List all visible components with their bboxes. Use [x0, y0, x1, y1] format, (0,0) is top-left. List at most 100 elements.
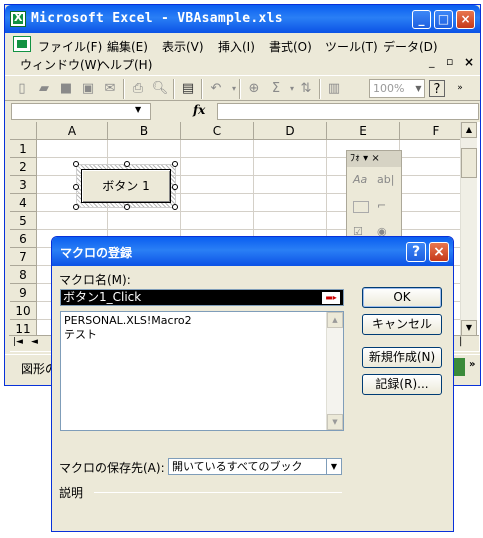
column-header-b[interactable]: B — [108, 122, 181, 140]
preview-icon[interactable]: 🔍︎ — [151, 80, 169, 97]
row-header-8[interactable]: 8 — [10, 266, 37, 284]
cancel-button[interactable]: キャンセル — [362, 314, 442, 335]
insert-function-icon[interactable]: fx — [193, 103, 205, 117]
description-divider — [94, 492, 342, 493]
close-button[interactable]: × — [456, 10, 475, 29]
maximize-button[interactable]: □ — [434, 10, 453, 29]
help-button[interactable]: ? — [406, 242, 426, 262]
scroll-up-icon[interactable]: ▲ — [461, 122, 477, 138]
column-header-a[interactable]: A — [37, 122, 108, 140]
assign-macro-dialog: マクロの登録 ? × マクロ名(M): ボタン1_Click ▬▸ PERSON… — [51, 236, 454, 532]
row-header-6[interactable]: 6 — [10, 230, 37, 248]
row-header-7[interactable]: 7 — [10, 248, 37, 266]
row-header-5[interactable]: 5 — [10, 212, 37, 230]
menu-file[interactable]: ファイル(F) — [38, 38, 102, 55]
macro-name-input[interactable]: ボタン1_Click — [60, 289, 344, 306]
row-header-1[interactable]: 1 — [10, 140, 37, 158]
resize-handle[interactable] — [124, 161, 130, 167]
paste-icon[interactable]: ▤ — [179, 80, 197, 97]
description-label: 説明 — [59, 486, 84, 500]
sort-ascending-icon[interactable]: ⇅ — [297, 80, 315, 97]
column-header-d[interactable]: D — [254, 122, 327, 140]
resize-handle[interactable] — [172, 204, 178, 210]
save-in-select[interactable]: 開いているすべてのブック ▼ — [168, 458, 342, 475]
chart-wizard-icon[interactable]: ▥ — [325, 80, 343, 97]
prev-sheet-icon[interactable]: ◄ — [31, 337, 38, 347]
excel-app-icon[interactable]: X — [10, 11, 26, 27]
scroll-down-icon[interactable]: ▼ — [461, 320, 477, 336]
menu-tools[interactable]: ツール(T) — [325, 38, 378, 55]
column-header-c[interactable]: C — [181, 122, 254, 140]
undo-icon[interactable]: ↶ — [207, 80, 225, 97]
forms-toolbar-title[interactable]: ﾌｫ ▾ × — [347, 151, 401, 167]
menu-insert[interactable]: 挿入(I) — [218, 38, 255, 55]
resize-handle[interactable] — [73, 161, 79, 167]
save-in-dropdown-icon[interactable]: ▼ — [326, 459, 341, 474]
forms-toolbar: ﾌｫ ▾ × Aa ab| ⌐ ☑ ◉ — [346, 150, 402, 242]
ref-edit-icon[interactable]: ▬▸ — [322, 292, 340, 304]
sheet-form-button[interactable]: ボタン 1 — [73, 161, 178, 210]
row-header-4[interactable]: 4 — [10, 194, 37, 212]
list-scroll-up-icon[interactable]: ▲ — [327, 312, 343, 328]
formula-input[interactable] — [217, 103, 479, 120]
save-in-value: 開いているすべてのブック — [172, 460, 303, 473]
doc-restore-icon[interactable]: ▫ — [446, 55, 453, 68]
hyperlink-icon[interactable]: ⊕ — [245, 80, 263, 97]
menu-edit[interactable]: 編集(E) — [107, 38, 148, 55]
save-icon[interactable]: ■ — [57, 80, 75, 97]
menu-help[interactable]: ヘルプ(H) — [98, 56, 152, 73]
row-header-3[interactable]: 3 — [10, 176, 37, 194]
groupbox-tool-icon[interactable] — [353, 201, 369, 213]
column-header-e[interactable]: E — [327, 122, 400, 140]
menu-format[interactable]: 書式(O) — [269, 38, 312, 55]
menu-bar: ファイル(F) 編集(E) 表示(V) 挿入(I) 書式(O) ツール(T) デ… — [5, 33, 480, 73]
macro-list[interactable]: PERSONAL.XLS!Macro2 テスト ▲ ▼ — [60, 311, 344, 431]
list-item[interactable]: テスト — [64, 326, 97, 342]
save-in-label: マクロの保存先(A): — [59, 461, 165, 475]
menu-data[interactable]: データ(D) — [383, 38, 438, 55]
resize-handle[interactable] — [73, 184, 79, 190]
list-scrollbar[interactable]: ▲ ▼ — [326, 312, 343, 430]
ok-button[interactable]: OK — [362, 287, 442, 308]
row-header-9[interactable]: 9 — [10, 284, 37, 302]
doc-minimize-icon[interactable]: _ — [429, 55, 435, 68]
dialog-title-bar[interactable]: マクロの登録 ? × — [52, 237, 453, 266]
row-header-10[interactable]: 10 — [10, 302, 37, 320]
excel-title-bar[interactable]: X Microsoft Excel - VBAsample.xls _ □ × — [5, 5, 480, 33]
name-box[interactable] — [11, 103, 151, 120]
doc-close-icon[interactable]: × — [464, 55, 474, 69]
dialog-close-button[interactable]: × — [429, 242, 449, 262]
new-macro-button[interactable]: 新規作成(N) — [362, 347, 442, 368]
select-all-corner[interactable] — [10, 122, 37, 140]
split-box-icon[interactable]: | — [459, 336, 462, 347]
button-tool-icon[interactable]: ⌐ — [377, 199, 386, 212]
workbook-icon[interactable] — [13, 36, 31, 52]
resize-handle[interactable] — [124, 204, 130, 210]
resize-handle[interactable] — [172, 184, 178, 190]
new-icon[interactable]: ▯ — [13, 80, 31, 97]
toolbar-options-icon[interactable]: » — [451, 80, 469, 97]
form-button-face[interactable]: ボタン 1 — [81, 169, 171, 203]
first-sheet-icon[interactable]: |◄ — [13, 337, 23, 347]
permission-icon[interactable]: ▣ — [79, 80, 97, 97]
help-icon[interactable]: ? — [429, 80, 445, 97]
menu-view[interactable]: 表示(V) — [162, 38, 204, 55]
scroll-thumb[interactable] — [461, 148, 477, 178]
editbox-tool-icon[interactable]: ab| — [377, 173, 394, 186]
more-options-icon[interactable]: » — [469, 359, 475, 370]
record-macro-button[interactable]: 記録(R)... — [362, 374, 442, 395]
vertical-scrollbar[interactable]: ▲ ▼ — [460, 122, 477, 337]
resize-handle[interactable] — [73, 204, 79, 210]
name-box-dropdown-icon[interactable]: ▼ — [135, 105, 141, 114]
minimize-button[interactable]: _ — [412, 10, 431, 29]
window-title: Microsoft Excel - VBAsample.xls — [31, 11, 283, 26]
open-icon[interactable]: ▰ — [35, 80, 53, 97]
label-tool-icon[interactable]: Aa — [353, 173, 367, 186]
email-icon[interactable]: ✉ — [101, 80, 119, 97]
zoom-dropdown-icon[interactable]: ▼ — [413, 80, 424, 97]
row-header-2[interactable]: 2 — [10, 158, 37, 176]
list-scroll-down-icon[interactable]: ▼ — [327, 414, 343, 430]
menu-window[interactable]: ウィンドウ(W) — [20, 56, 101, 73]
resize-handle[interactable] — [172, 161, 178, 167]
print-icon[interactable]: ⎙ — [129, 80, 147, 97]
